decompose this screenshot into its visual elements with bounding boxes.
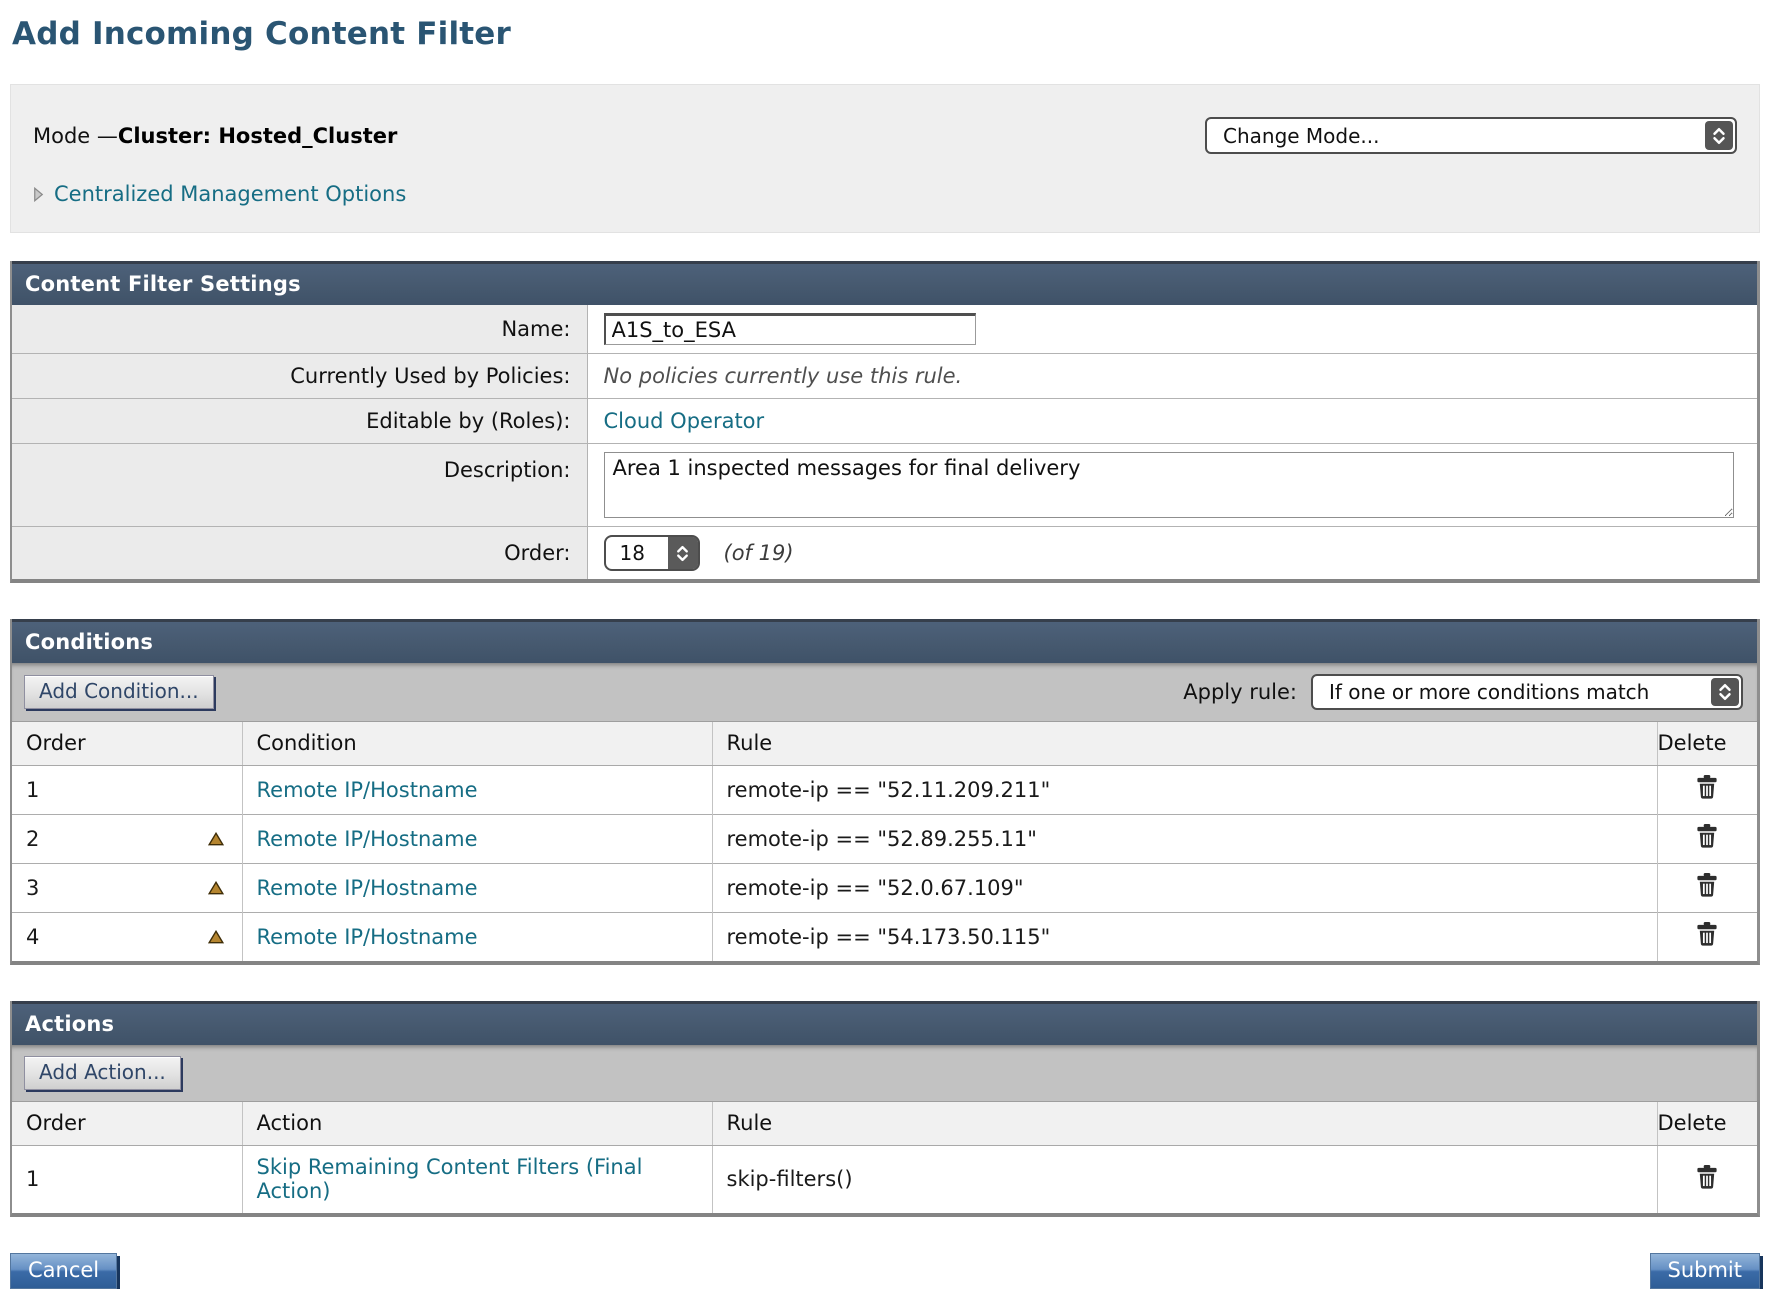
- actions-col-order: Order: [12, 1102, 242, 1146]
- change-mode-select[interactable]: Change Mode...: [1205, 117, 1737, 154]
- order-select[interactable]: 18: [604, 535, 700, 571]
- condition-link[interactable]: Remote IP/Hostname: [257, 778, 478, 802]
- select-arrows-icon: [1705, 121, 1733, 150]
- condition-rule: remote-ip == "54.173.50.115": [727, 925, 1051, 949]
- condition-order: 1: [26, 778, 39, 802]
- move-up-icon[interactable]: [208, 930, 224, 944]
- name-label: Name:: [12, 305, 587, 354]
- conditions-col-condition: Condition: [242, 722, 712, 766]
- conditions-col-delete: Delete: [1657, 722, 1757, 766]
- content-filter-settings-panel: Content Filter Settings Name: Currently …: [10, 261, 1760, 583]
- condition-order: 3: [26, 876, 39, 900]
- disclosure-triangle-icon: [33, 187, 44, 202]
- description-textarea[interactable]: Area 1 inspected messages for final deli…: [604, 452, 1734, 518]
- conditions-table-header: Order Condition Rule Delete: [12, 722, 1757, 766]
- order-select-value: 18: [606, 541, 645, 565]
- mode-text: Mode —Cluster: Hosted_Cluster: [33, 124, 397, 148]
- order-total: (of 19): [724, 541, 794, 565]
- condition-row: 3 Remote IP/Hostname remote-ip == "52.0.…: [12, 864, 1757, 913]
- condition-rule: remote-ip == "52.11.209.211": [727, 778, 1051, 802]
- centralized-management-options-link[interactable]: Centralized Management Options: [54, 182, 406, 206]
- condition-link[interactable]: Remote IP/Hostname: [257, 876, 478, 900]
- cloud-operator-link[interactable]: Cloud Operator: [604, 409, 765, 433]
- policies-value: No policies currently use this rule.: [604, 364, 963, 388]
- page-title: Add Incoming Content Filter: [12, 16, 1760, 52]
- policies-row: Currently Used by Policies: No policies …: [12, 354, 1757, 399]
- order-label: Order:: [12, 527, 587, 580]
- mode-label: Mode: [33, 124, 90, 148]
- mode-panel: Mode —Cluster: Hosted_Cluster Change Mod…: [10, 84, 1760, 233]
- editable-row: Editable by (Roles): Cloud Operator: [12, 399, 1757, 444]
- condition-order: 4: [26, 925, 39, 949]
- name-input[interactable]: [604, 313, 976, 345]
- apply-rule-label: Apply rule:: [1183, 680, 1297, 704]
- add-action-button[interactable]: Add Action...: [24, 1056, 181, 1090]
- apply-rule-select[interactable]: If one or more conditions match: [1311, 674, 1743, 710]
- action-rule: skip-filters(): [727, 1167, 853, 1191]
- select-arrows-icon: [1711, 678, 1739, 706]
- editable-by-roles-label: Editable by (Roles):: [12, 399, 587, 444]
- actions-col-rule: Rule: [712, 1102, 1657, 1146]
- condition-row: 4 Remote IP/Hostname remote-ip == "54.17…: [12, 913, 1757, 962]
- policies-label: Currently Used by Policies:: [12, 354, 587, 399]
- action-order: 1: [26, 1167, 39, 1191]
- change-mode-select-value: Change Mode...: [1207, 124, 1380, 148]
- cancel-button[interactable]: Cancel: [10, 1253, 117, 1289]
- add-condition-button[interactable]: Add Condition...: [24, 675, 214, 709]
- actions-panel: Actions Add Action... Order Action Rule …: [10, 1001, 1760, 1217]
- description-row: Description: Area 1 inspected messages f…: [12, 444, 1757, 527]
- order-row: Order: 18 (of 19): [12, 527, 1757, 580]
- condition-link[interactable]: Remote IP/Hostname: [257, 925, 478, 949]
- move-up-icon[interactable]: [208, 832, 224, 846]
- content-filter-settings-header: Content Filter Settings: [12, 261, 1757, 305]
- trash-icon[interactable]: [1696, 1165, 1718, 1189]
- trash-icon[interactable]: [1696, 873, 1718, 897]
- conditions-header: Conditions: [12, 619, 1757, 663]
- condition-row: 1 Remote IP/Hostname remote-ip == "52.11…: [12, 766, 1757, 815]
- trash-icon[interactable]: [1696, 922, 1718, 946]
- conditions-col-rule: Rule: [712, 722, 1657, 766]
- action-row: 1 Skip Remaining Content Filters (Final …: [12, 1146, 1757, 1214]
- trash-icon[interactable]: [1696, 824, 1718, 848]
- condition-rule: remote-ip == "52.0.67.109": [727, 876, 1024, 900]
- condition-row: 2 Remote IP/Hostname remote-ip == "52.89…: [12, 815, 1757, 864]
- name-row: Name:: [12, 305, 1757, 354]
- move-up-icon[interactable]: [208, 881, 224, 895]
- select-arrows-icon: [668, 537, 698, 569]
- condition-rule: remote-ip == "52.89.255.11": [727, 827, 1037, 851]
- actions-col-delete: Delete: [1657, 1102, 1757, 1146]
- action-link[interactable]: Skip Remaining Content Filters (Final Ac…: [257, 1155, 643, 1203]
- apply-rule-select-value: If one or more conditions match: [1313, 680, 1649, 704]
- actions-table-header: Order Action Rule Delete: [12, 1102, 1757, 1146]
- submit-button[interactable]: Submit: [1650, 1253, 1761, 1289]
- mode-value: Cluster: Hosted_Cluster: [118, 124, 397, 148]
- description-label: Description:: [12, 444, 587, 527]
- trash-icon[interactable]: [1696, 775, 1718, 799]
- actions-col-action: Action: [242, 1102, 712, 1146]
- conditions-panel: Conditions Add Condition... Apply rule: …: [10, 619, 1760, 965]
- condition-order: 2: [26, 827, 39, 851]
- mode-dash: —: [97, 124, 118, 148]
- actions-header: Actions: [12, 1001, 1757, 1045]
- condition-link[interactable]: Remote IP/Hostname: [257, 827, 478, 851]
- conditions-col-order: Order: [12, 722, 242, 766]
